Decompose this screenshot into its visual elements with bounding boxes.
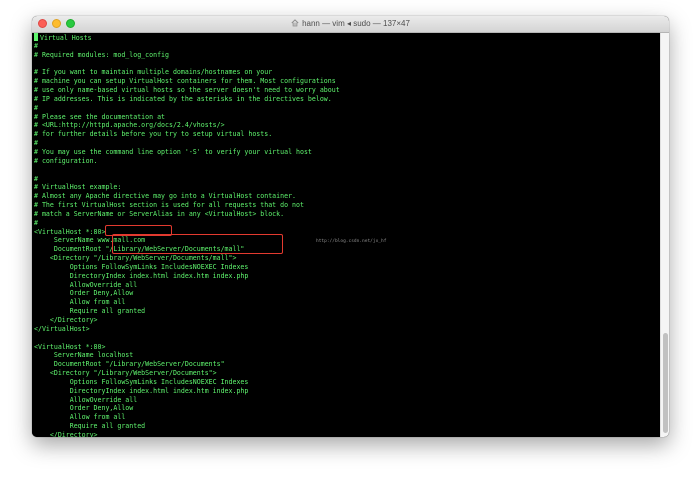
terminal-line: Order Deny,Allow bbox=[34, 404, 660, 413]
terminal-line: # match a ServerName or ServerAlias in a… bbox=[34, 210, 660, 219]
terminal-line: Allow from all bbox=[34, 413, 660, 422]
terminal-line-text: </Directory> bbox=[34, 316, 98, 324]
terminal-line-text: Allow from all bbox=[34, 413, 126, 422]
terminal-line-text: </Directory> bbox=[34, 430, 98, 437]
watermark: http://blog.csdn.net/jx_hf bbox=[316, 239, 387, 244]
terminal-line-text: # machine you can setup VirtualHost cont… bbox=[34, 77, 336, 86]
terminal-line-text: DirectoryIndex index.html index.htm inde… bbox=[34, 271, 249, 280]
terminal-line: # You may use the command line option '-… bbox=[34, 148, 660, 157]
terminal-line-text: # for further details before you try to … bbox=[34, 130, 273, 139]
terminal-line-text: Options FollowSymLinks IncludesNOEXEC In… bbox=[34, 377, 249, 386]
terminal-line: # bbox=[34, 175, 660, 184]
scrollbar-thumb[interactable] bbox=[663, 333, 668, 433]
terminal-line-text: # <URL:http://httpd.apache.org/docs/2.4/… bbox=[34, 121, 225, 130]
terminal-line: Require all granted bbox=[34, 422, 660, 431]
terminal-line: # machine you can setup VirtualHost cont… bbox=[34, 77, 660, 86]
terminal-line-text: # Required modules: mod_log_config bbox=[34, 50, 169, 59]
terminal-line: # bbox=[34, 42, 660, 51]
terminal-line-text: # bbox=[34, 103, 38, 112]
terminal-line-text: # The first VirtualHost section is used … bbox=[34, 201, 304, 210]
scrollbar[interactable] bbox=[660, 33, 669, 437]
cursor-block bbox=[34, 33, 38, 41]
terminal-line-text: # Almost any Apache directive may go int… bbox=[34, 192, 297, 201]
terminal-line-text: # You may use the command line option '-… bbox=[34, 147, 312, 156]
terminal-line: Options FollowSymLinks IncludesNOEXEC In… bbox=[34, 263, 660, 272]
terminal-line-text: </VirtualHost> bbox=[34, 324, 90, 333]
terminal-line: <Directory "/Library/WebServer/Documents… bbox=[34, 254, 660, 263]
terminal-line: # bbox=[34, 104, 660, 113]
terminal-line-text: Order Deny,Allow bbox=[34, 404, 134, 413]
title-bar[interactable]: hann — vim ◂ sudo — 137×47 bbox=[32, 16, 669, 33]
terminal-line: </Directory> bbox=[34, 316, 660, 325]
terminal-line-text: # bbox=[34, 41, 38, 50]
terminal-line: # Required modules: mod_log_config bbox=[34, 51, 660, 60]
terminal-line-text: # Please see the documentation at bbox=[34, 112, 166, 121]
terminal-line-text: # bbox=[34, 139, 38, 148]
terminal-line-text: ServerName localhost bbox=[34, 351, 134, 360]
terminal-line: # Almost any Apache directive may go int… bbox=[34, 192, 660, 201]
terminal-window: hann — vim ◂ sudo — 137×47 Virtual Hosts… bbox=[32, 16, 669, 437]
terminal-line: Options FollowSymLinks IncludesNOEXEC In… bbox=[34, 378, 660, 387]
terminal-line: Require all granted bbox=[34, 307, 660, 316]
terminal-line: DirectoryIndex index.html index.htm inde… bbox=[34, 272, 660, 281]
terminal-line-text: Require all granted bbox=[34, 307, 146, 316]
terminal-line-text: Order Deny,Allow bbox=[34, 289, 134, 298]
terminal-line: # VirtualHost example: bbox=[34, 183, 660, 192]
terminal-line: <Directory "/Library/WebServer/Documents… bbox=[34, 369, 660, 378]
terminal-line-text: # match a ServerName or ServerAlias in a… bbox=[34, 209, 285, 218]
terminal-line-text: # If you want to maintain multiple domai… bbox=[34, 68, 273, 77]
window-title: hann — vim ◂ sudo — 137×47 bbox=[302, 19, 410, 28]
terminal-line-text: <Directory "/Library/WebServer/Documents… bbox=[34, 369, 217, 378]
terminal-line: <VirtualHost *:80> bbox=[34, 343, 660, 352]
home-icon bbox=[291, 19, 299, 30]
terminal-line: AllowOverride all bbox=[34, 396, 660, 405]
terminal-line-text: Options FollowSymLinks IncludesNOEXEC In… bbox=[34, 262, 249, 271]
terminal-line-text: Require all granted bbox=[34, 422, 146, 431]
terminal-line-text: # use only name-based virtual hosts so t… bbox=[34, 86, 340, 95]
terminal-line: # If you want to maintain multiple domai… bbox=[34, 68, 660, 77]
documentroot-highlight-box bbox=[112, 234, 283, 254]
terminal-line-text: # VirtualHost example: bbox=[34, 183, 122, 192]
terminal-line-text: # configuration. bbox=[34, 156, 98, 165]
terminal-line: # for further details before you try to … bbox=[34, 130, 660, 139]
terminal-line: # use only name-based virtual hosts so t… bbox=[34, 86, 660, 95]
window-title-area: hann — vim ◂ sudo — 137×47 bbox=[32, 18, 669, 30]
terminal-line: AllowOverride all bbox=[34, 281, 660, 290]
terminal-line-text: AllowOverride all bbox=[34, 280, 138, 289]
terminal-line-text: <VirtualHost *:80> bbox=[34, 342, 106, 351]
terminal-line: # IP addresses. This is indicated by the… bbox=[34, 95, 660, 104]
terminal-line: Virtual Hosts bbox=[34, 33, 660, 42]
terminal-line-text: Virtual Hosts bbox=[40, 34, 92, 42]
terminal-line: </Directory> bbox=[34, 431, 660, 437]
terminal-line: </VirtualHost> bbox=[34, 325, 660, 334]
terminal-line: # The first VirtualHost section is used … bbox=[34, 201, 660, 210]
terminal-line: Allow from all bbox=[34, 298, 660, 307]
terminal-line-text: <Directory "/Library/WebServer/Documents… bbox=[34, 254, 237, 263]
terminal-line: DirectoryIndex index.html index.htm inde… bbox=[34, 387, 660, 396]
terminal-line: DocumentRoot "/Library/WebServer/Documen… bbox=[34, 360, 660, 369]
terminal-line-text: <VirtualHost *:80> bbox=[34, 227, 106, 236]
terminal-line-text: DocumentRoot "/Library/WebServer/Documen… bbox=[34, 360, 225, 369]
terminal-line: Order Deny,Allow bbox=[34, 289, 660, 298]
terminal-line: # Please see the documentation at bbox=[34, 113, 660, 122]
terminal-line: # bbox=[34, 139, 660, 148]
terminal-line: # <URL:http://httpd.apache.org/docs/2.4/… bbox=[34, 121, 660, 130]
terminal-line-text: # IP addresses. This is indicated by the… bbox=[34, 94, 332, 103]
terminal-line: # configuration. bbox=[34, 157, 660, 166]
terminal-line-text: # bbox=[34, 218, 38, 227]
terminal-line: ServerName localhost bbox=[34, 351, 660, 360]
terminal-line-text: # bbox=[34, 174, 38, 183]
terminal-line-text: Allow from all bbox=[34, 298, 126, 307]
terminal-line-text: DirectoryIndex index.html index.htm inde… bbox=[34, 386, 249, 395]
terminal-line-text: AllowOverride all bbox=[34, 395, 138, 404]
